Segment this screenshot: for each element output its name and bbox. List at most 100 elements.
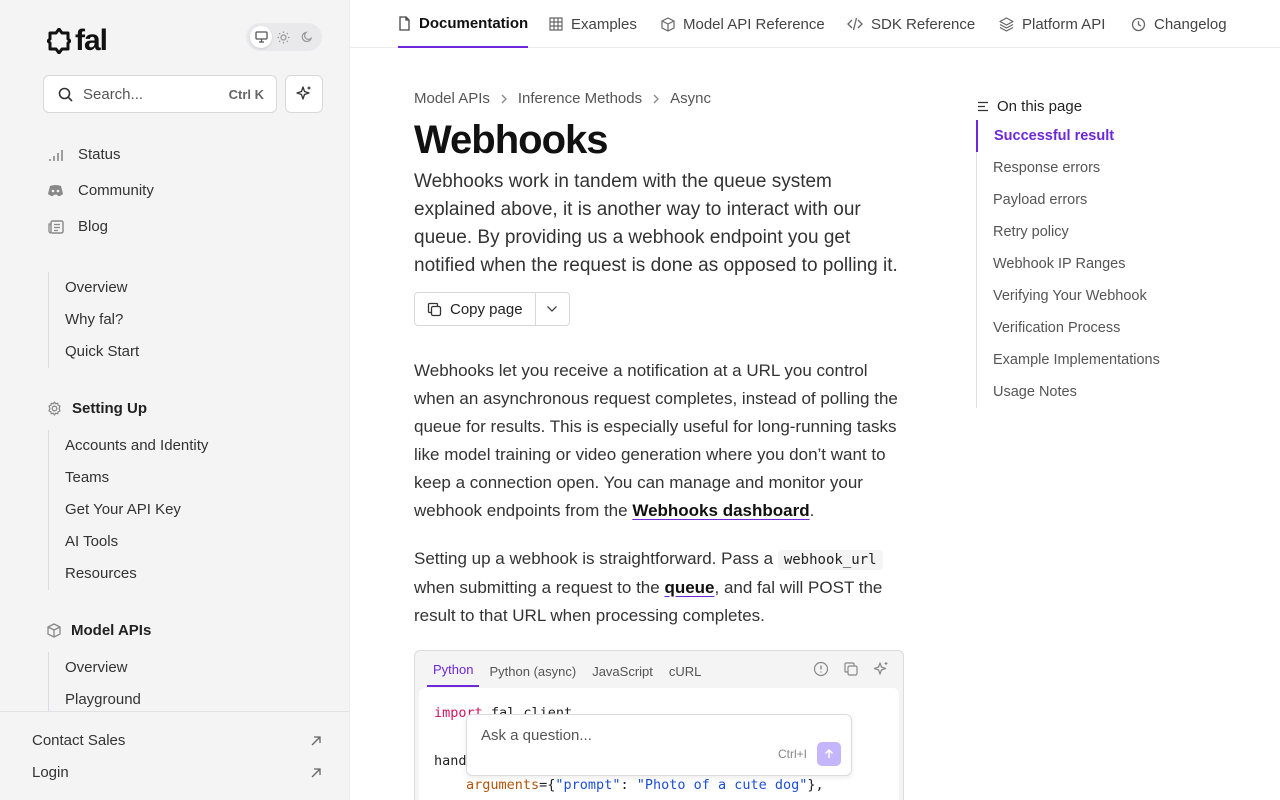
sparkle-icon bbox=[296, 86, 311, 100]
search-input[interactable]: Search... Ctrl K bbox=[43, 75, 277, 113]
nav-item-quick-start[interactable]: Quick Start bbox=[49, 336, 139, 368]
code-tab-python[interactable]: Python bbox=[427, 662, 480, 687]
code-line: arguments={"prompt": "Photo of a cute do… bbox=[466, 777, 824, 793]
tab-platform-api[interactable]: Platform API bbox=[999, 0, 1105, 48]
toc-item-examples[interactable]: Example Implementations bbox=[977, 344, 1160, 376]
sparkle-icon[interactable] bbox=[873, 661, 889, 677]
cube-icon bbox=[47, 623, 61, 638]
code-line: hand bbox=[434, 753, 467, 769]
toc-item-usage-notes[interactable]: Usage Notes bbox=[977, 376, 1160, 408]
code-text: hand bbox=[434, 753, 467, 769]
theme-switch bbox=[246, 23, 322, 51]
copy-page-label: Copy page bbox=[450, 300, 523, 318]
sidebar-link-label: Community bbox=[78, 182, 154, 199]
page-title: Webhooks bbox=[414, 118, 609, 162]
nav-item-model-overview[interactable]: Overview bbox=[49, 652, 141, 684]
chevron-down-icon bbox=[547, 306, 558, 312]
paragraph-setup: Setting up a webhook is straightforward.… bbox=[414, 545, 906, 630]
ask-shortcut: Ctrl+I bbox=[777, 747, 807, 761]
sidebar-link-label: Blog bbox=[78, 218, 109, 235]
ask-input-placeholder: Ask a question... bbox=[481, 727, 592, 744]
copy-options-dropdown[interactable] bbox=[535, 292, 570, 326]
code-argument: arguments bbox=[466, 777, 540, 793]
tab-examples[interactable]: Examples bbox=[549, 0, 637, 48]
contact-sales-link[interactable]: Contact Sales bbox=[32, 732, 322, 749]
fal-logo[interactable]: fal bbox=[47, 24, 108, 58]
sidebar-link-blog[interactable]: Blog bbox=[47, 218, 108, 235]
paragraph-text: when submitting a request to the bbox=[414, 578, 660, 597]
nav-item-api-key[interactable]: Get Your API Key bbox=[49, 494, 208, 526]
fal-logo-icon bbox=[47, 28, 71, 54]
nav-item-ai-tools[interactable]: AI Tools bbox=[49, 526, 208, 558]
newspaper-icon bbox=[47, 218, 64, 235]
sun-icon[interactable] bbox=[273, 26, 295, 48]
paragraph-text: Webhooks let you receive a notification … bbox=[414, 361, 898, 520]
ai-assistant-button[interactable] bbox=[285, 75, 323, 113]
breadcrumb-item[interactable]: Async bbox=[670, 90, 711, 107]
copy-page-button[interactable]: Copy page bbox=[414, 292, 536, 326]
ask-question-box[interactable]: Ask a question... Ctrl+I bbox=[466, 714, 852, 776]
layers-icon bbox=[999, 16, 1014, 32]
code-actions bbox=[813, 661, 889, 677]
nav-item-why-fal[interactable]: Why fal? bbox=[49, 304, 139, 336]
toc-item-verifying[interactable]: Verifying Your Webhook bbox=[977, 280, 1160, 312]
sidebar-link-community[interactable]: Community bbox=[47, 182, 154, 199]
cube-icon bbox=[661, 16, 675, 32]
tab-label: Changelog bbox=[1154, 15, 1227, 33]
copy-page-group: Copy page bbox=[414, 292, 570, 326]
breadcrumb-item[interactable]: Model APIs bbox=[414, 90, 490, 107]
moon-icon[interactable] bbox=[296, 26, 318, 48]
toc-header: On this page bbox=[977, 98, 1082, 115]
copy-icon[interactable] bbox=[843, 661, 859, 677]
tab-label: SDK Reference bbox=[871, 15, 976, 33]
brand-name: fal bbox=[75, 24, 108, 57]
discord-icon bbox=[47, 182, 64, 199]
system-theme-icon[interactable] bbox=[250, 26, 273, 48]
code-tab-curl[interactable]: cURL bbox=[663, 664, 708, 687]
info-icon[interactable] bbox=[813, 661, 829, 677]
login-label: Login bbox=[32, 764, 69, 781]
toc-list: Successful result Response errors Payloa… bbox=[976, 120, 1160, 408]
tab-model-api-reference[interactable]: Model API Reference bbox=[661, 0, 825, 48]
page-lead: Webhooks work in tandem with the queue s… bbox=[414, 171, 898, 276]
contact-sales-label: Contact Sales bbox=[32, 732, 126, 749]
external-link-icon bbox=[311, 767, 321, 777]
nav-item-accounts[interactable]: Accounts and Identity bbox=[49, 430, 208, 462]
chevron-right-icon bbox=[501, 94, 507, 103]
toc-title: On this page bbox=[997, 98, 1083, 115]
toc-item-verification-process[interactable]: Verification Process bbox=[977, 312, 1160, 344]
login-link[interactable]: Login bbox=[32, 764, 322, 781]
toc-item-response-errors[interactable]: Response errors bbox=[977, 152, 1160, 184]
search-icon bbox=[58, 87, 73, 102]
paragraph-intro: Webhooks let you receive a notification … bbox=[414, 361, 898, 520]
code-tab-javascript[interactable]: JavaScript bbox=[586, 664, 659, 687]
nav-item-teams[interactable]: Teams bbox=[49, 462, 208, 494]
nav-item-resources[interactable]: Resources bbox=[49, 558, 208, 590]
code-icon bbox=[847, 17, 863, 31]
model-apis-nav: Overview Playground bbox=[48, 652, 141, 716]
queue-link[interactable]: queue bbox=[664, 578, 714, 597]
code-tabs: Python Python (async) JavaScript cURL bbox=[415, 651, 903, 687]
toc-item-payload-errors[interactable]: Payload errors bbox=[977, 184, 1160, 216]
search-shortcut: Ctrl K bbox=[228, 86, 264, 102]
section-setting-up[interactable]: Setting Up bbox=[47, 400, 147, 417]
code-tab-python-async[interactable]: Python (async) bbox=[483, 664, 582, 687]
tab-sdk-reference[interactable]: SDK Reference bbox=[847, 0, 975, 48]
toc-item-retry-policy[interactable]: Retry policy bbox=[977, 216, 1160, 248]
tab-changelog[interactable]: Changelog bbox=[1131, 0, 1227, 48]
webhooks-dashboard-link[interactable]: Webhooks dashboard bbox=[632, 501, 809, 520]
doc-icon bbox=[399, 15, 410, 31]
send-button[interactable] bbox=[817, 742, 841, 766]
tab-label: Examples bbox=[571, 15, 637, 33]
chevron-right-icon bbox=[653, 94, 660, 103]
list-icon bbox=[978, 101, 988, 112]
toc-item-successful-result[interactable]: Successful result bbox=[976, 120, 1160, 152]
section-model-apis[interactable]: Model APIs bbox=[47, 622, 151, 639]
nav-item-overview[interactable]: Overview bbox=[49, 272, 139, 304]
sidebar-link-label: Status bbox=[78, 146, 121, 163]
sidebar-link-status[interactable]: Status bbox=[47, 146, 121, 163]
breadcrumb-item[interactable]: Inference Methods bbox=[518, 90, 642, 107]
tab-documentation[interactable]: Documentation bbox=[398, 0, 529, 48]
clock-icon bbox=[1131, 17, 1146, 31]
toc-item-ip-ranges[interactable]: Webhook IP Ranges bbox=[977, 248, 1160, 280]
